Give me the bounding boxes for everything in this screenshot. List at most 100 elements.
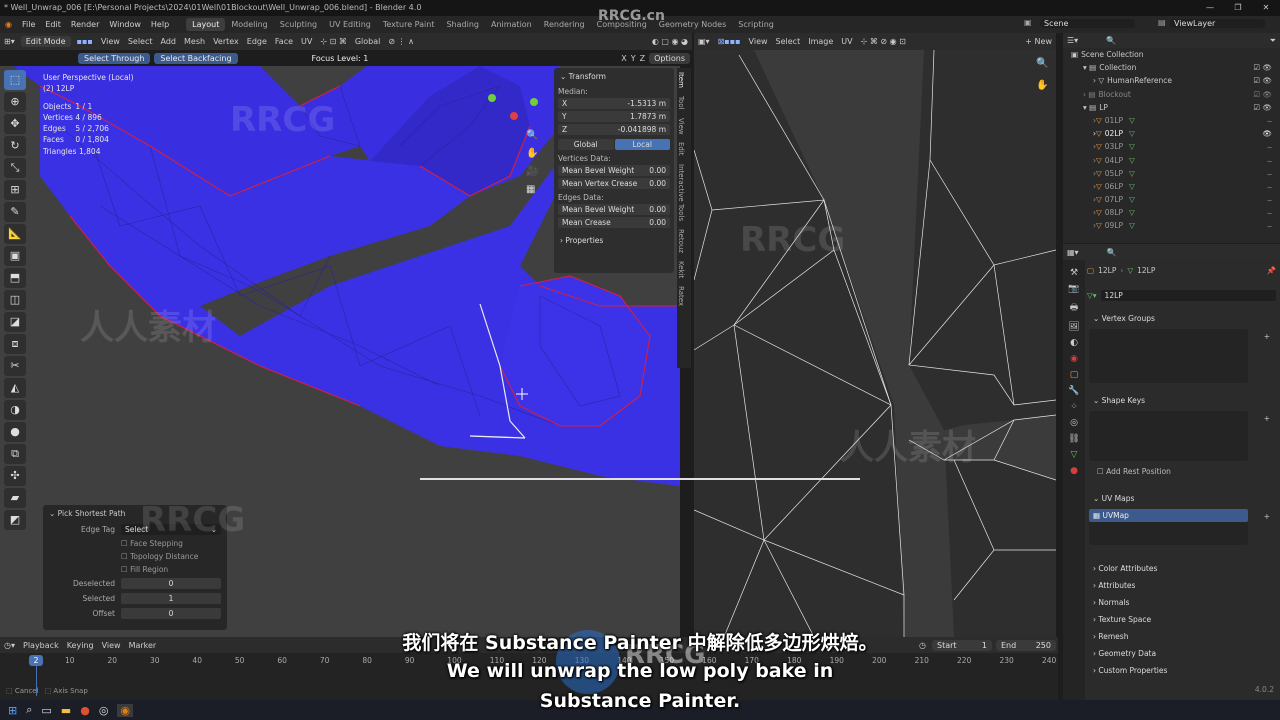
visibility-eye-icon[interactable]: ☑ 👁 [1253,88,1272,101]
shape-keys-list[interactable] [1089,411,1248,461]
new-image-button[interactable]: + New [1021,37,1056,46]
tab-texture-paint[interactable]: Texture Paint [377,18,441,31]
menu-face[interactable]: Face [271,37,297,46]
grid-icon[interactable]: ▦ [526,184,538,195]
attributes-panel[interactable]: › Attributes [1087,577,1276,594]
scene-selector[interactable]: Scene [1040,19,1135,28]
minimize-button[interactable]: — [1196,0,1224,16]
menu-render[interactable]: Render [66,20,104,29]
menu-add[interactable]: Add [157,37,181,46]
blender-logo-icon[interactable]: ◉ [0,20,17,29]
vertex-groups-header[interactable]: ⌄ Vertex Groups [1087,310,1276,327]
outliner-row-humanreference[interactable]: › ▽ HumanReference ☑ 👁 [1063,74,1280,87]
menu-vertex[interactable]: Vertex [209,37,243,46]
axis-x-toggle[interactable]: X [619,54,628,63]
transform-header[interactable]: ⌄ Transform [554,68,674,85]
gizmo-y-axis[interactable] [488,94,496,102]
spin-tool-icon[interactable]: ◑ [4,400,26,420]
outliner-row-02lp[interactable]: › ▽ 02LP ▽ 👁 [1063,127,1280,140]
menu-select[interactable]: Select [124,37,157,46]
outliner-row-08lp[interactable]: › ▽ 08LP ▽ ⌣ [1063,206,1280,219]
smooth-tool-icon[interactable]: ● [4,422,26,442]
menu-mesh[interactable]: Mesh [180,37,209,46]
axis-y-toggle[interactable]: Y [629,54,638,63]
knife-tool-icon[interactable]: ✂ [4,356,26,376]
world-tab-icon[interactable]: ◉ [1070,354,1078,364]
median-z-field[interactable]: Z -0.041898 m [558,124,670,135]
outliner-row-blockout[interactable]: › ▤ Blockout ☑ 👁 [1063,88,1280,101]
transform-pivot-icon[interactable]: ⊹ ⊡ ⌘ [316,37,351,46]
orientation-selector[interactable]: Global [351,37,385,46]
uv-editor-canvas[interactable]: 🔍 ✋ [694,50,1056,637]
local-toggle[interactable]: Local [614,139,670,150]
menu-edit[interactable]: Edit [40,20,66,29]
uv-menu-view[interactable]: View [745,37,772,46]
median-y-field[interactable]: Y 1.7873 m [558,111,670,122]
snapping-icons[interactable]: ⊘ ⋮ ∧ [384,37,418,46]
tab-interactive-tools[interactable]: Interactive Tools [677,160,685,225]
tool-tab-icon[interactable]: ⚒ [1070,268,1078,278]
mode-selector[interactable]: Edit Mode [20,36,71,47]
outliner-row-07lp[interactable]: › ▽ 07LP ▽ ⌣ [1063,193,1280,206]
overlay-icons[interactable]: ◐ ▢ ◉ ◕ [648,37,692,46]
cursor-tool-icon[interactable]: ⊕ [4,92,26,112]
tab-rendering[interactable]: Rendering [538,18,591,31]
uv-maps-header[interactable]: ⌄ UV Maps [1087,490,1276,507]
properties-search-icon[interactable]: 🔍 [1103,248,1121,257]
axis-z-toggle[interactable]: Z [638,54,647,63]
select-mode-icons[interactable]: ▪▪▪ [73,37,97,46]
hidden-eye-icon[interactable]: ⌣ [1267,154,1272,167]
tab-uv-editing[interactable]: UV Editing [323,18,377,31]
select-box-tool-icon[interactable]: ⬚ [4,70,26,90]
mean-vertex-crease-field[interactable]: Mean Vertex Crease 0.00 [558,178,670,189]
hidden-eye-icon[interactable]: ⌣ [1267,193,1272,206]
properties-type-icon[interactable]: ▦▾ [1063,248,1083,257]
move-tool-icon[interactable]: ✥ [4,114,26,134]
scale-tool-icon[interactable]: ⤡ [4,158,26,178]
color-attributes-panel[interactable]: › Color Attributes [1087,560,1276,577]
material-tab-icon[interactable]: ● [1070,466,1078,476]
mesh-name-field[interactable]: 12LP [1100,290,1276,301]
tab-edit[interactable]: Edit [677,138,685,160]
render-tab-icon[interactable]: 📷 [1068,284,1079,294]
properties-subpanel[interactable]: › Properties [554,228,674,253]
mean-crease-field[interactable]: Mean Crease 0.00 [558,217,670,228]
hidden-eye-icon[interactable]: ⌣ [1267,114,1272,127]
uv-menu-image[interactable]: Image [804,37,837,46]
tab-ratex[interactable]: Ratex [677,282,685,310]
uv-tool-icons[interactable]: ⊹ ⌘ ⊘ ◉ ⊡ [857,37,910,46]
menu-window[interactable]: Window [104,20,146,29]
outliner-filter-icon[interactable]: ⏷ [1266,36,1280,46]
rotate-tool-icon[interactable]: ↻ [4,136,26,156]
uv-pan-hand-icon[interactable]: ✋ [1036,80,1048,91]
uv-menu-uv[interactable]: UV [837,37,856,46]
tab-sculpting[interactable]: Sculpting [274,18,323,31]
select-through-toggle[interactable]: Select Through [78,52,151,64]
hidden-eye-icon[interactable]: ⌣ [1267,219,1272,232]
uv-zoom-icon[interactable]: 🔍 [1036,58,1048,69]
tab-retouz[interactable]: Retouz [677,225,685,257]
hidden-eye-icon[interactable]: ⌣ [1267,167,1272,180]
visibility-eye-icon[interactable]: ☑ 👁 [1253,74,1272,87]
normals-panel[interactable]: › Normals [1087,594,1276,611]
tab-scripting[interactable]: Scripting [732,18,780,31]
scene-tab-icon[interactable]: ◐ [1070,338,1078,348]
close-button[interactable]: ✕ [1252,0,1280,16]
deselected-field[interactable]: 0 [121,578,221,589]
global-toggle[interactable]: Global [558,139,614,150]
menu-file[interactable]: File [17,20,40,29]
outliner-row-collection[interactable]: ▾ ▤ Collection ☑ 👁 [1063,61,1280,74]
menu-uv[interactable]: UV [297,37,316,46]
add-rest-position-checkbox[interactable]: ☐ Add Rest Position [1087,461,1276,482]
inset-tool-icon[interactable]: ◫ [4,290,26,310]
camera-icon[interactable]: 🎥 [526,166,538,177]
hidden-eye-icon[interactable]: ⌣ [1267,140,1272,153]
fill-region-checkbox[interactable]: ☐ Fill Region [43,563,227,576]
tab-shading[interactable]: Shading [440,18,485,31]
menu-help[interactable]: Help [146,20,174,29]
median-x-field[interactable]: X -1.5313 m [558,98,670,109]
menu-view[interactable]: View [97,37,124,46]
outliner-row-09lp[interactable]: › ▽ 09LP ▽ ⌣ [1063,219,1280,232]
particles-tab-icon[interactable]: ⁘ [1070,402,1078,412]
add-uv-map-icon[interactable]: + [1264,512,1270,521]
